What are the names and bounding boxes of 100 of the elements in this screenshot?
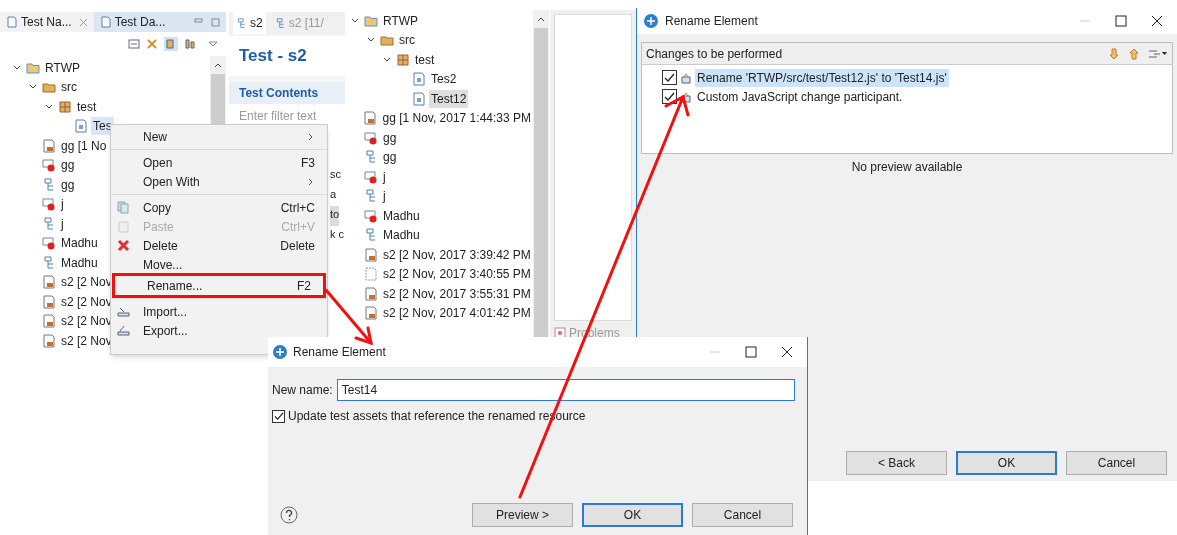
view-menu-icon[interactable] (208, 39, 218, 49)
schedule-icon (364, 150, 378, 165)
schedule-icon (364, 189, 378, 204)
schedule-icon (274, 17, 286, 29)
section-header: Test Contents (229, 82, 345, 104)
report-file-icon (42, 294, 56, 309)
shortcut-text: F3 (301, 154, 315, 172)
filter-changes-icon[interactable] (1148, 47, 1168, 60)
check-icon (664, 72, 675, 83)
collapse-icon[interactable] (128, 38, 140, 50)
report-file-icon (42, 275, 56, 290)
dialog-button[interactable]: OK (956, 451, 1057, 475)
tree-item[interactable]: RTWP (381, 11, 421, 30)
layout-icon[interactable] (184, 38, 196, 50)
tree-item[interactable]: j (59, 214, 66, 233)
tree-item[interactable]: j (381, 167, 388, 186)
tree-item[interactable]: Madhu (381, 206, 422, 225)
tab-label: s2 [11/ (288, 15, 324, 32)
check-icon (273, 411, 284, 421)
dialog-button[interactable]: Preview > (472, 503, 573, 527)
dialog-button[interactable]: OK (582, 503, 683, 527)
tree-item[interactable]: src (59, 78, 79, 97)
tree-item[interactable]: gg [1 Nov, 2017 1:44:33 PM (380, 109, 533, 128)
tree-item[interactable]: s2 [2 Nov, 2017 3:55:31 PM (381, 284, 533, 303)
dialog-button[interactable]: Cancel (1066, 451, 1167, 475)
tree-item[interactable]: Madhu (59, 234, 100, 253)
editor-tab[interactable]: s2 (233, 12, 266, 34)
view-tab[interactable]: Test Na... (0, 12, 94, 32)
change-item[interactable]: Custom JavaScript change participant. (695, 87, 905, 106)
name-field[interactable]: Test14 (336, 379, 795, 401)
tree-item[interactable]: s2 [2 Nov, 2017 3:39:42 PM (381, 245, 533, 264)
menu-item[interactable]: Rename... F2 (115, 276, 323, 295)
tree-item[interactable]: gg (59, 156, 77, 175)
tree-item[interactable]: j (381, 187, 388, 206)
test-file-icon (364, 169, 378, 184)
project-folder-icon (364, 13, 378, 28)
shortcut-text: Delete (280, 237, 315, 255)
report-file-icon (42, 314, 56, 329)
maximize-icon[interactable] (745, 346, 757, 358)
section-title: Changes to be performed (646, 45, 784, 63)
report-file-icon (42, 138, 56, 153)
tree-item[interactable]: Madhu (59, 253, 100, 272)
import-icon (117, 305, 130, 318)
tree-item[interactable]: gg (59, 175, 77, 194)
content-text: a (330, 187, 337, 202)
tab-label: s2 (250, 15, 263, 32)
package-icon (396, 52, 410, 67)
maximize-icon[interactable] (1115, 15, 1127, 27)
tree-item[interactable]: test (413, 50, 437, 69)
schedule-icon (42, 177, 56, 192)
menu-item[interactable]: Copy Ctrl+C (111, 198, 327, 217)
arrow-down-icon[interactable] (1108, 47, 1120, 60)
schedule-icon (236, 17, 247, 29)
checkbox[interactable] (272, 409, 285, 423)
delete-icon (117, 239, 130, 252)
tree-item[interactable]: s2 [2 Nov, 2017 4:01:42 PM (381, 304, 533, 323)
menu-item[interactable]: Open With (111, 172, 327, 191)
tree-item[interactable]: RTWP (43, 58, 83, 77)
tree-item[interactable]: src (397, 31, 417, 50)
folder-icon (42, 80, 56, 95)
menu-item[interactable]: Export... (111, 321, 327, 340)
clipboard-icon (117, 220, 130, 233)
package-icon (58, 99, 72, 114)
window-title: Rename Element (665, 13, 759, 30)
menu-item[interactable]: New (111, 127, 327, 146)
dialog-button[interactable]: < Back (846, 451, 947, 475)
report-file-icon (363, 111, 378, 126)
checkbox[interactable] (662, 70, 677, 85)
tree-item[interactable]: s2 [2 Nov, 2017 3:40:55 PM (381, 265, 533, 284)
tree-item[interactable]: Test12 (429, 89, 469, 108)
report-file-icon (364, 286, 378, 301)
export-icon (117, 324, 130, 337)
arrow-up-icon[interactable] (1128, 47, 1140, 60)
change-item[interactable]: Rename 'RTWP/src/test/Test12.js' to 'Test14.js' (695, 68, 949, 87)
tree-item[interactable]: gg (381, 128, 399, 147)
close-icon[interactable] (781, 346, 793, 358)
tree-item[interactable]: gg [1 No (59, 136, 109, 155)
project-folder-icon (26, 60, 40, 75)
shortcut-text: F2 (297, 277, 311, 295)
annotation-arrow (324, 288, 373, 346)
tree-item[interactable]: test (75, 97, 99, 116)
check-icon (664, 91, 675, 102)
close-icon[interactable] (1151, 15, 1163, 27)
tree-item[interactable]: Tes2 (429, 70, 459, 89)
menu-item[interactable]: Delete Delete (111, 236, 327, 255)
menu-item[interactable]: Move... (111, 255, 327, 274)
menu-item[interactable]: Open F3 (111, 153, 327, 172)
editor-title: Test - s2 (229, 36, 345, 76)
tree-item[interactable]: Madhu (381, 226, 422, 245)
help-icon[interactable] (280, 506, 298, 524)
tree-item[interactable]: j (59, 195, 66, 214)
menu-item[interactable]: Import... (111, 302, 327, 321)
report-file-icon (364, 306, 378, 321)
dialog-button[interactable]: Cancel (692, 503, 793, 527)
script-file-icon (74, 119, 88, 134)
script-file-icon (412, 91, 426, 106)
folder-icon (380, 33, 394, 48)
document-icon (99, 16, 112, 28)
tree-item[interactable]: gg (381, 148, 399, 167)
report-file-icon (364, 247, 378, 262)
